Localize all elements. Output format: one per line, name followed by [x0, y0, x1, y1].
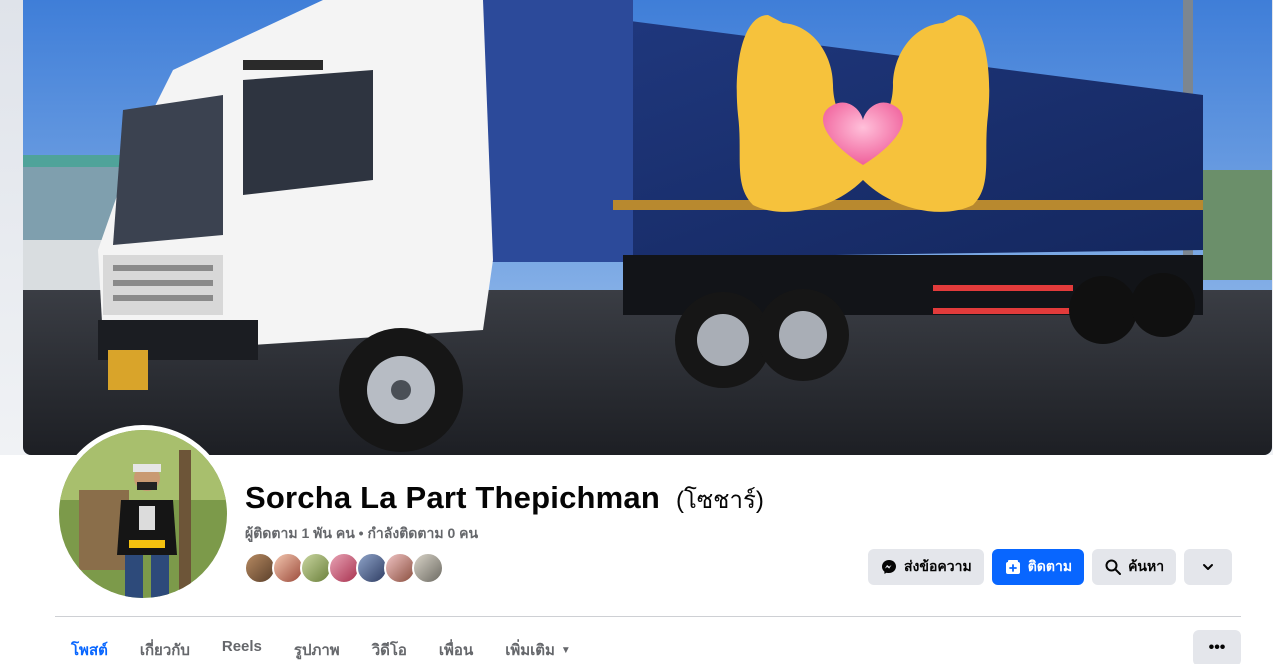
- follow-button[interactable]: ติดตาม: [991, 549, 1085, 585]
- profile-page: Sorcha La Part Thepichman (โซชาร์) ผู้ติ…: [0, 0, 1273, 664]
- messenger-icon: [880, 558, 898, 576]
- chevron-down-icon: [1199, 558, 1217, 576]
- tab-posts[interactable]: โพสต์: [55, 630, 124, 664]
- more-options-button[interactable]: •••: [1193, 630, 1241, 664]
- header-divider: [55, 616, 1241, 617]
- expand-button[interactable]: [1184, 549, 1233, 585]
- profile-name: Sorcha La Part Thepichman: [245, 480, 660, 515]
- search-button-label: ค้นหา: [1128, 558, 1165, 574]
- tab-photos[interactable]: รูปภาพ: [278, 630, 356, 664]
- tab-label: วิดีโอ: [371, 642, 407, 659]
- tab-label: รูปภาพ: [293, 642, 340, 659]
- tab-label: เพื่อน: [438, 642, 474, 659]
- caret-down-icon: ▼: [560, 645, 571, 656]
- tab-label: โพสต์: [71, 642, 108, 659]
- tab-about[interactable]: เกี่ยวกับ: [124, 630, 206, 664]
- follower-stats[interactable]: ผู้ติดตาม 1 พัน คน • กำลังติดตาม 0 คน: [245, 523, 478, 545]
- profile-actions: ส่งข้อความ ติดตาม ค้นหา: [868, 549, 1233, 585]
- search-icon: [1104, 558, 1122, 576]
- message-button-label: ส่งข้อความ: [904, 558, 972, 574]
- profile-picture[interactable]: [54, 425, 232, 603]
- friend-avatar[interactable]: [412, 552, 444, 584]
- follow-plus-icon: [1004, 558, 1022, 576]
- search-button[interactable]: ค้นหา: [1092, 549, 1177, 585]
- tab-label: เกี่ยวกับ: [139, 642, 190, 659]
- cover-photo[interactable]: [23, 0, 1272, 455]
- follow-button-label: ติดตาม: [1027, 558, 1073, 574]
- tab-more[interactable]: เพิ่มเติม ▼: [489, 630, 587, 664]
- tab-videos[interactable]: วิดีโอ: [356, 630, 423, 664]
- tab-label: Reels: [221, 638, 262, 655]
- message-button[interactable]: ส่งข้อความ: [868, 549, 984, 585]
- tab-reels[interactable]: Reels: [206, 630, 278, 664]
- alternate-name: (โซชาร์): [676, 487, 764, 514]
- name-row: Sorcha La Part Thepichman (โซชาร์): [245, 480, 764, 519]
- profile-photo: [59, 430, 227, 598]
- friends-avatar-row[interactable]: [244, 552, 444, 584]
- ellipsis-icon: •••: [1208, 639, 1226, 656]
- tab-friends[interactable]: เพื่อน: [423, 630, 489, 664]
- profile-tabs: โพสต์ เกี่ยวกับ Reels รูปภาพ วิดีโอ เพื่…: [55, 630, 587, 664]
- tab-label: เพิ่มเติม: [505, 642, 555, 659]
